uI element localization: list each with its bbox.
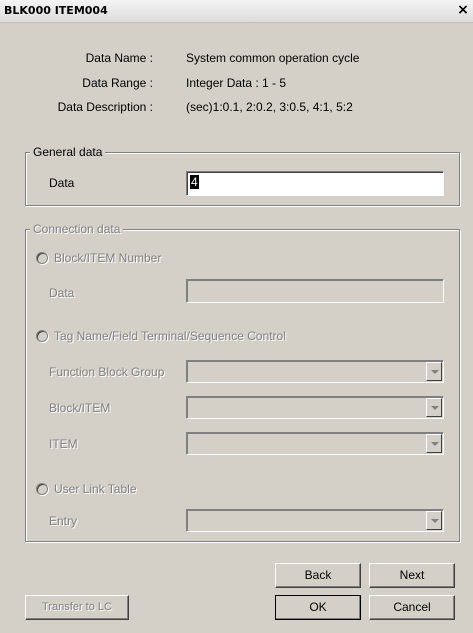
title-bar[interactable]: BLK000 ITEM004 × bbox=[0, 0, 473, 23]
block-item-combo[interactable] bbox=[186, 396, 444, 419]
user-link-radio-label[interactable]: User Link Table bbox=[54, 481, 137, 497]
item-label: ITEM bbox=[49, 437, 78, 451]
item-combo[interactable] bbox=[186, 432, 444, 455]
data-range-label: Data Range : bbox=[82, 76, 153, 90]
close-icon[interactable]: × bbox=[455, 2, 471, 18]
general-data-field[interactable]: 4 bbox=[186, 171, 444, 196]
connection-data-title: Connection data bbox=[30, 221, 124, 237]
tag-name-radio-icon[interactable] bbox=[36, 330, 48, 342]
tag-name-radio-label[interactable]: Tag Name/Field Terminal/Sequence Control bbox=[54, 328, 286, 344]
chevron-down-icon[interactable] bbox=[426, 362, 442, 381]
dialog-window: BLK000 ITEM004 × Data Name : System comm… bbox=[0, 0, 473, 633]
block-item-label: Block/ITEM bbox=[49, 401, 111, 415]
cancel-button[interactable]: Cancel bbox=[369, 595, 455, 620]
window-title: BLK000 ITEM004 bbox=[4, 4, 108, 17]
general-data-label: Data bbox=[49, 176, 75, 190]
chevron-down-icon[interactable] bbox=[426, 434, 442, 453]
function-block-group-combo[interactable] bbox=[186, 360, 444, 383]
block-data-field[interactable] bbox=[186, 279, 444, 303]
transfer-to-lc-button[interactable]: Transfer to LC bbox=[25, 595, 129, 620]
user-link-radio-icon[interactable] bbox=[36, 483, 48, 495]
entry-label: Entry bbox=[49, 514, 78, 528]
general-data-title: General data bbox=[30, 144, 106, 160]
chevron-down-icon[interactable] bbox=[426, 398, 442, 417]
chevron-down-icon[interactable] bbox=[426, 511, 442, 530]
data-name-value: System common operation cycle bbox=[186, 51, 360, 65]
data-range-value: Integer Data : 1 - 5 bbox=[186, 76, 287, 90]
entry-combo[interactable] bbox=[186, 509, 444, 532]
next-button[interactable]: Next bbox=[369, 563, 455, 588]
function-block-group-label: Function Block Group bbox=[49, 365, 165, 379]
ok-button[interactable]: OK bbox=[275, 595, 361, 620]
general-data-value: 4 bbox=[190, 175, 199, 189]
block-data-label: Data bbox=[49, 286, 75, 300]
block-item-radio-icon[interactable] bbox=[36, 252, 48, 264]
back-button[interactable]: Back bbox=[275, 563, 361, 588]
data-name-label: Data Name : bbox=[85, 51, 153, 65]
data-description-label: Data Description : bbox=[57, 100, 153, 114]
block-item-radio-label[interactable]: Block/ITEM Number bbox=[54, 250, 161, 266]
data-description-value: (sec)1:0.1, 2:0.2, 3:0.5, 4:1, 5:2 bbox=[186, 100, 353, 114]
